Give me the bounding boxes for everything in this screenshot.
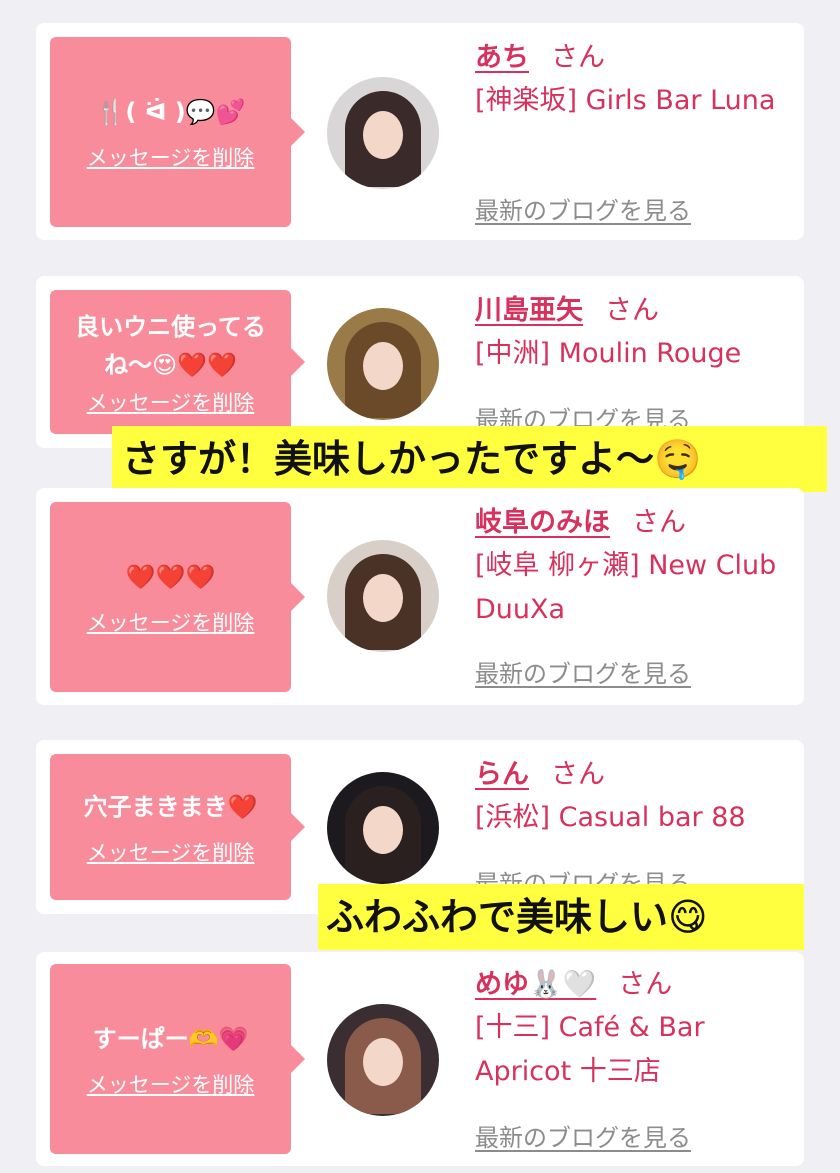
shop-name: [岐阜 柳ヶ瀬] New Club DuuXa [475,550,777,625]
avatar[interactable] [327,1004,439,1116]
avatar[interactable] [327,77,439,189]
avatar[interactable] [327,540,439,652]
cast-name-link[interactable]: 川島亜矢 [475,295,583,326]
message-text: ❤️❤️❤️ [125,563,216,591]
message-text: すーぱー🫶💗 [92,1025,249,1053]
message-card: 良いウニ使ってるね〜😍❤️❤️ メッセージを削除 川島亜矢 さん [中洲] Mou… [36,276,804,448]
message-text: 🍴( ᐛ )💬💕 [95,98,246,126]
latest-blog-link[interactable]: 最新のブログを見る [475,1118,691,1153]
cast-name-link[interactable]: 岐阜のみほ [475,507,610,538]
cast-name-link[interactable]: あち [475,42,529,73]
message-card: ❤️❤️❤️ メッセージを削除 岐阜のみほ さん [岐阜 柳ヶ瀬] New Clu… [36,488,804,705]
message-bubble: すーぱー🫶💗 メッセージを削除 [50,964,305,1154]
message-text: 穴子まきまき❤️ [83,793,258,821]
delete-message-link[interactable]: メッセージを削除 [87,610,255,636]
message-bubble: 穴子まきまき❤️ メッセージを削除 [50,754,305,900]
shop-name: [十三] Café & Bar Apricot 十三店 [475,1012,705,1087]
avatar[interactable] [327,772,439,884]
video-caption: ふわふわで美味しい😋 [318,884,804,950]
honorific: さん [551,42,605,73]
honorific: さん [551,759,605,790]
delete-message-link[interactable]: メッセージを削除 [87,390,255,416]
shop-name: [浜松] Casual bar 88 [475,802,746,833]
message-card: すーぱー🫶💗 メッセージを削除 めゆ🐰🤍 さん [十三] Café & Bar A… [36,952,804,1166]
cast-name-link[interactable]: らん [475,759,529,790]
message-card: 🍴( ᐛ )💬💕 メッセージを削除 あち さん [神楽坂] Girls Bar L… [36,23,804,240]
delete-message-link[interactable]: メッセージを削除 [87,840,255,866]
latest-blog-link[interactable]: 最新のブログを見る [475,191,691,226]
cast-name-link[interactable]: めゆ🐰🤍 [475,969,596,1000]
message-text: 良いウニ使ってるね〜😍❤️❤️ [75,313,266,379]
message-bubble: ❤️❤️❤️ メッセージを削除 [50,502,305,692]
shop-name: [中洲] Moulin Rouge [475,338,742,369]
delete-message-link[interactable]: メッセージを削除 [87,1072,255,1098]
message-bubble: 🍴( ᐛ )💬💕 メッセージを削除 [50,37,305,227]
honorific: さん [605,295,659,326]
honorific: さん [632,507,686,538]
message-bubble: 良いウニ使ってるね〜😍❤️❤️ メッセージを削除 [50,290,305,434]
honorific: さん [618,969,673,1000]
shop-name: [神楽坂] Girls Bar Luna [475,85,776,116]
video-caption: さすが！美味しかったですよ〜🤤 [112,426,827,492]
latest-blog-link[interactable]: 最新のブログを見る [475,654,691,689]
avatar[interactable] [327,308,439,420]
delete-message-link[interactable]: メッセージを削除 [87,145,255,171]
